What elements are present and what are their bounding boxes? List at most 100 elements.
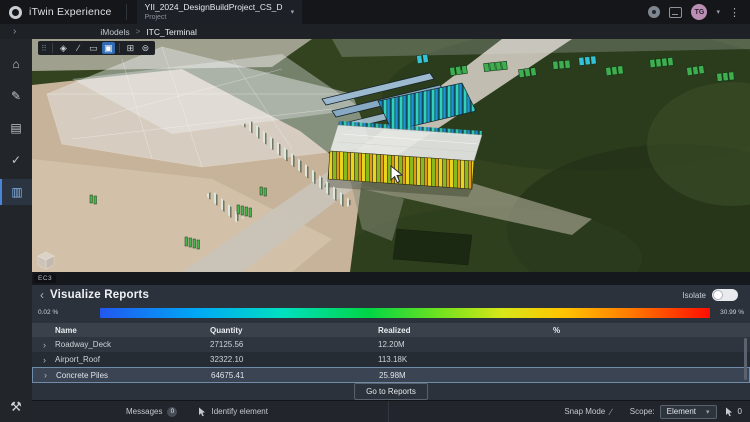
checkmark-icon: ✓ [11,153,21,167]
cell-realized: 25.98M [379,371,554,380]
kebab-menu-icon[interactable]: ⋮ [729,6,740,19]
table-row[interactable]: › Airport_Roof 32322.10 113.18K [32,352,750,367]
measure-line-tool-icon[interactable]: ∕ [72,42,85,54]
app-window: iTwin Experience YII_2024_DesignBuildPro… [0,0,750,422]
breadcrumb-separator: > [136,27,141,36]
identify-element-status[interactable]: Identify element [198,407,267,417]
isolate-label: Isolate [682,291,706,300]
viewport-3d-scene[interactable] [32,39,750,272]
project-name: YII_2024_DesignBuildProject_CS_D [145,3,283,12]
feedback-icon[interactable] [669,7,682,18]
avatar[interactable]: TG [691,4,707,20]
tools-icon: ⚒ [10,399,22,415]
status-bar: Messages 0 Identify element Snap Mode ∕ … [32,400,750,422]
cell-name: Concrete Piles [56,371,211,380]
breadcrumb-imodels[interactable]: iModels [100,27,129,37]
breadcrumb-current: ITC_Terminal [146,27,197,37]
snap-mode-label: Snap Mode [564,407,605,416]
terminal-building-heatmap [324,121,482,197]
identify-element-label: Identify element [211,407,267,416]
view-cube[interactable] [34,250,56,270]
project-tab[interactable]: YII_2024_DesignBuildProject_CS_D Project… [137,0,303,24]
cell-realized: 12.20M [378,340,553,349]
dark-ground-patch [393,229,472,265]
messages-status[interactable]: Messages 0 [126,407,177,417]
legend-max-label: 30.99 % [720,309,744,316]
viewport-toolbar: ⠿ ◈ ∕ ▭ ▣ ⊞ ⊜ [38,41,155,55]
cell-quantity: 27125.56 [210,340,378,349]
snap-mode-control[interactable]: Snap Mode ∕ [564,407,611,417]
messages-label: Messages [126,407,162,416]
divider [52,43,53,53]
sidebar-item-tools[interactable]: ⚒ [0,394,32,420]
document-icon: ▤ [10,121,21,135]
legend-min-label: 0.02 % [38,309,58,316]
markup-icon: ✎ [11,89,21,103]
cell-realized: 113.18K [378,355,553,364]
divider [119,43,120,53]
cell-quantity: 32322.10 [210,355,378,364]
help-icon[interactable] [648,6,660,18]
table-row-selected[interactable]: › Concrete Piles 64675.41 25.98M [32,367,750,383]
table-header-row: Name Quantity Realized % [32,323,750,337]
expand-panel-chevron-icon[interactable]: › [13,27,16,37]
heatmap-legend: 0.02 % 30.99 % [32,307,750,319]
drag-handle-icon[interactable]: ⠿ [41,44,47,53]
visualize-reports-panel: ‹ Visualize Reports Isolate 0.02 % 30.99… [32,285,750,400]
project-type-label: Project [145,14,283,21]
col-percent[interactable]: % [553,326,750,335]
home-icon: ⌂ [12,57,19,71]
cell-name: Roadway_Deck [55,340,210,349]
mouse-cursor [390,165,404,185]
selection-count-status: 0 [725,407,742,417]
reports-icon: ▥ [11,185,22,199]
sidebar-item-documents[interactable]: ▤ [0,115,32,141]
chevron-down-icon: ▾ [706,408,710,416]
viewport-3d[interactable]: ⠿ ◈ ∕ ▭ ▣ ⊞ ⊜ [32,39,750,272]
col-realized[interactable]: Realized [378,326,553,335]
expand-chevron-icon[interactable]: › [43,355,55,365]
messages-count-badge: 0 [167,407,177,417]
back-chevron-icon[interactable]: ‹ [40,289,44,301]
col-name[interactable]: Name [55,326,210,335]
viewport-bottom-strip: EC3 [32,272,750,285]
itwin-logo-icon [9,6,22,19]
sphere-tool-icon[interactable]: ⊜ [139,42,152,54]
cursor-icon [725,407,733,417]
add-tool-icon[interactable]: ⊞ [124,42,137,54]
isolate-toggle[interactable] [712,289,738,301]
box-select-tool-icon[interactable]: ▣ [102,42,115,54]
divider [126,4,127,20]
table-row[interactable]: › Roadway_Deck 27125.56 12.20M [32,337,750,352]
toggle-knob [713,290,723,300]
expand-chevron-icon[interactable]: › [43,340,55,350]
rectangle-tool-icon[interactable]: ▭ [87,42,100,54]
breadcrumb-bar: › iModels > ITC_Terminal [0,24,750,39]
scope-value: Element [667,407,696,416]
top-bar: iTwin Experience YII_2024_DesignBuildPro… [0,0,750,24]
legend-gradient-bar[interactable] [100,308,710,318]
col-quantity[interactable]: Quantity [210,326,378,335]
app-name: iTwin Experience [29,6,112,18]
left-sidebar: ⌂ ✎ ▤ ✓ ▥ ⚒ [0,39,32,422]
scope-select[interactable]: Element ▾ [660,405,717,419]
cell-name: Airport_Roof [55,355,210,364]
reports-table: Name Quantity Realized % › Roadway_Deck … [32,323,750,383]
go-to-reports-button[interactable]: Go to Reports [354,383,428,400]
sidebar-item-validation[interactable]: ✓ [0,147,32,173]
panel-title: Visualize Reports [50,289,149,301]
sidebar-item-markup[interactable]: ✎ [0,83,32,109]
avatar-chevron-icon[interactable]: ▾ [716,8,720,16]
snap-mode-icon: ∕ [610,407,612,417]
sidebar-item-reports[interactable]: ▥ [0,179,32,205]
chevron-down-icon: ▾ [291,8,295,16]
cell-quantity: 64675.41 [211,371,379,380]
table-scrollbar[interactable] [744,338,747,380]
select-tool-icon[interactable]: ◈ [57,42,70,54]
selection-count: 0 [738,407,742,416]
expand-chevron-icon[interactable]: › [44,370,56,380]
breadcrumb: iModels > ITC_Terminal [100,27,197,37]
sidebar-item-home[interactable]: ⌂ [0,51,32,77]
scope-label: Scope: [630,407,655,416]
viewport-corner-badge: EC3 [34,274,56,283]
